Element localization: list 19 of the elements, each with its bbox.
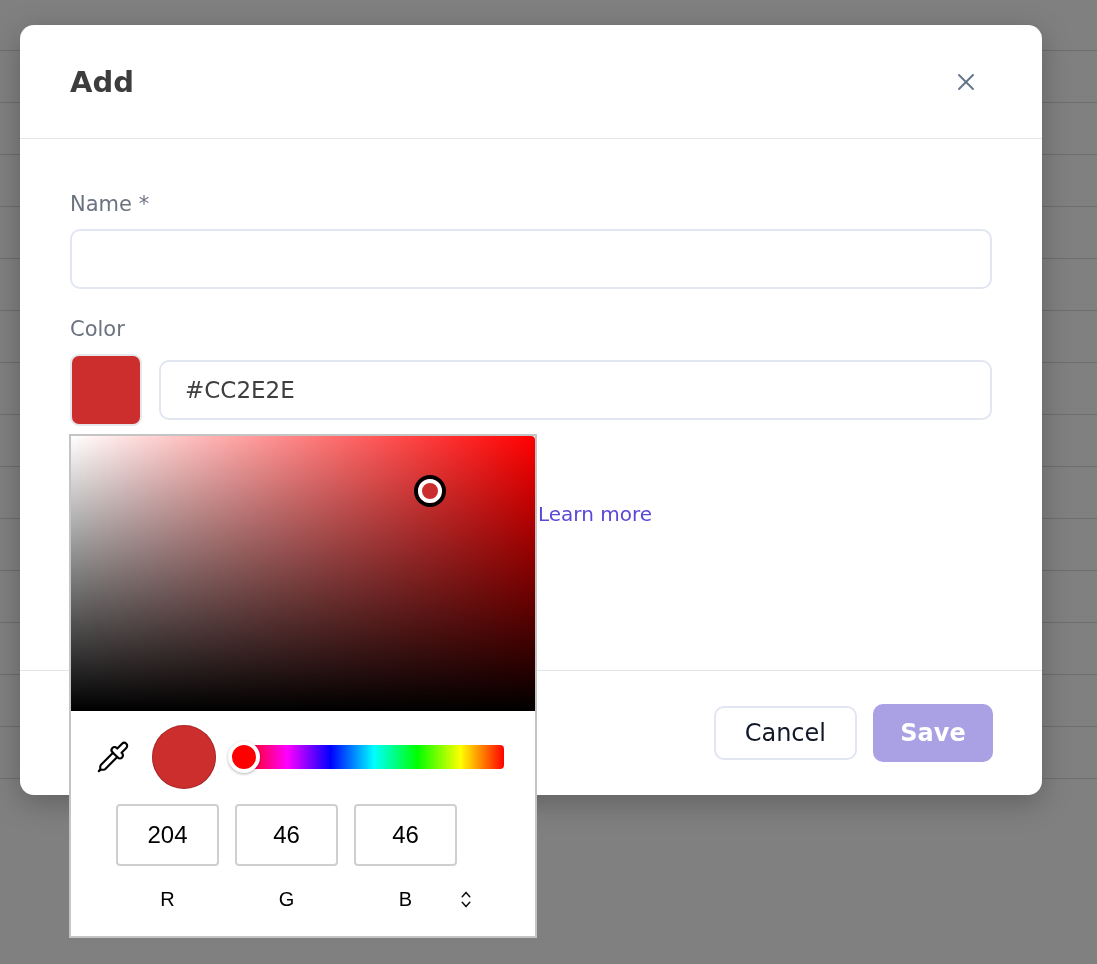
chevron-up-down-icon[interactable]	[461, 890, 471, 908]
channel-label: B	[398, 887, 413, 911]
channel-label: G	[278, 887, 295, 911]
name-input[interactable]	[70, 229, 992, 289]
color-swatch[interactable]	[70, 354, 142, 426]
eyedropper-button[interactable]	[96, 739, 130, 775]
hex-color-input[interactable]: #CC2E2E	[159, 360, 992, 420]
channel-value-input[interactable]: 46	[235, 804, 338, 866]
cancel-button[interactable]: Cancel	[713, 706, 857, 760]
dialog-title: Add	[70, 63, 134, 100]
channel-label: R	[160, 887, 175, 911]
name-label: Name *	[70, 191, 150, 218]
channel-value-input[interactable]: 204	[116, 804, 219, 866]
channel-value-input[interactable]: 46	[354, 804, 457, 866]
saturation-pointer[interactable]	[414, 475, 447, 507]
eyedropper-icon	[96, 740, 130, 774]
color-label: Color	[70, 316, 125, 343]
saturation-field[interactable]	[71, 436, 535, 711]
learn-more-link[interactable]: Learn more	[538, 502, 653, 526]
